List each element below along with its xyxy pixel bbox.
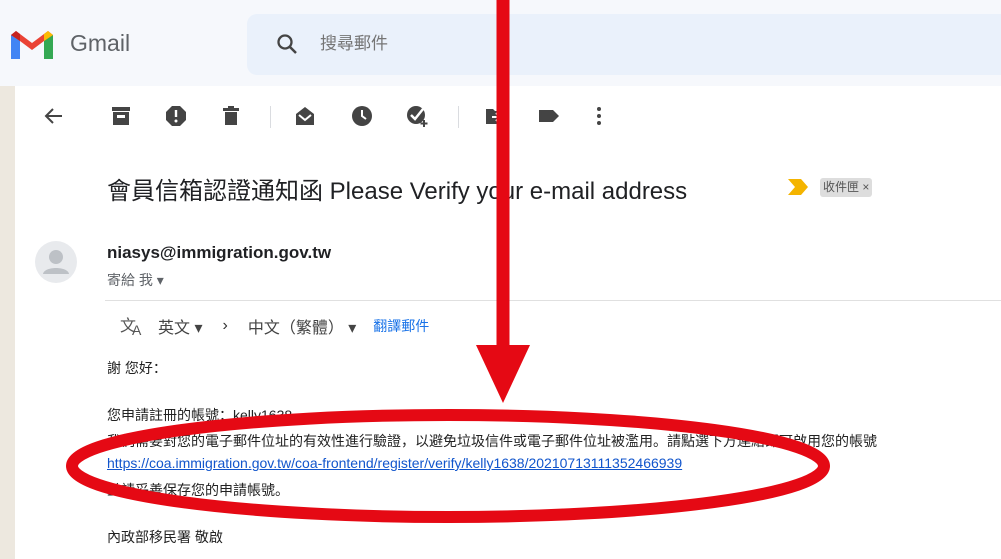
top-bar: Gmail bbox=[0, 0, 1001, 86]
inbox-label-chip[interactable]: 收件匣 × bbox=[820, 178, 873, 197]
svg-text:A: A bbox=[132, 322, 142, 337]
email-subject: 會員信箱認證通知函 Please Verify your e-mail addr… bbox=[107, 178, 688, 205]
recipient-dropdown[interactable]: 寄給 我 ▾ bbox=[107, 270, 164, 290]
target-language-select[interactable]: 中文（繁體） ▾ bbox=[248, 314, 356, 338]
gmail-logo-icon[interactable] bbox=[8, 26, 56, 62]
divider bbox=[105, 300, 1001, 301]
report-spam-icon[interactable] bbox=[164, 104, 188, 128]
mark-unread-icon[interactable] bbox=[293, 104, 317, 128]
add-to-tasks-icon[interactable] bbox=[405, 104, 429, 128]
importance-marker-icon[interactable] bbox=[788, 179, 808, 195]
search-input[interactable] bbox=[320, 34, 820, 54]
archive-icon[interactable] bbox=[109, 104, 133, 128]
save-account-line: 並請妥善保存您的申請帳號。 bbox=[107, 482, 289, 498]
signature: 內政部移民署 敬啟 bbox=[107, 529, 223, 545]
sender-email[interactable]: niasys@immigration.gov.tw bbox=[107, 243, 331, 263]
delete-icon[interactable] bbox=[219, 104, 243, 128]
sender-avatar[interactable] bbox=[35, 241, 77, 283]
toolbar-separator bbox=[270, 106, 271, 128]
account-line: 您申請註冊的帳號：kelly1638 bbox=[107, 407, 293, 423]
verification-link[interactable]: https://coa.immigration.gov.tw/coa-front… bbox=[107, 455, 682, 471]
translate-icon: 文A bbox=[120, 317, 142, 337]
search-icon[interactable] bbox=[276, 33, 298, 55]
snooze-icon[interactable] bbox=[350, 104, 374, 128]
brand-name: Gmail bbox=[70, 30, 131, 56]
more-vertical-icon[interactable] bbox=[587, 104, 611, 128]
move-to-icon[interactable] bbox=[484, 104, 508, 128]
back-arrow-icon[interactable] bbox=[42, 104, 66, 128]
greeting-text: 謝 您好： bbox=[107, 360, 167, 376]
translation-arrow: › bbox=[222, 317, 228, 334]
translation-bar: 文A 英文 ▾ › 中文（繁體） ▾ 翻譯郵件 bbox=[120, 314, 429, 338]
gmail-screenshot: Gmail 會員信箱認證通知函 Please Verify your e-mai… bbox=[0, 0, 1001, 559]
toolbar-separator bbox=[458, 106, 459, 128]
source-language-select[interactable]: 英文 ▾ bbox=[158, 314, 202, 338]
verify-instruction: 我們需要對您的電子郵件位址的有效性進行驗證，以避免垃圾信件或電子郵件位址被濫用。… bbox=[107, 433, 877, 449]
translate-email-link[interactable]: 翻譯郵件 bbox=[373, 316, 429, 336]
label-icon[interactable] bbox=[537, 104, 561, 128]
